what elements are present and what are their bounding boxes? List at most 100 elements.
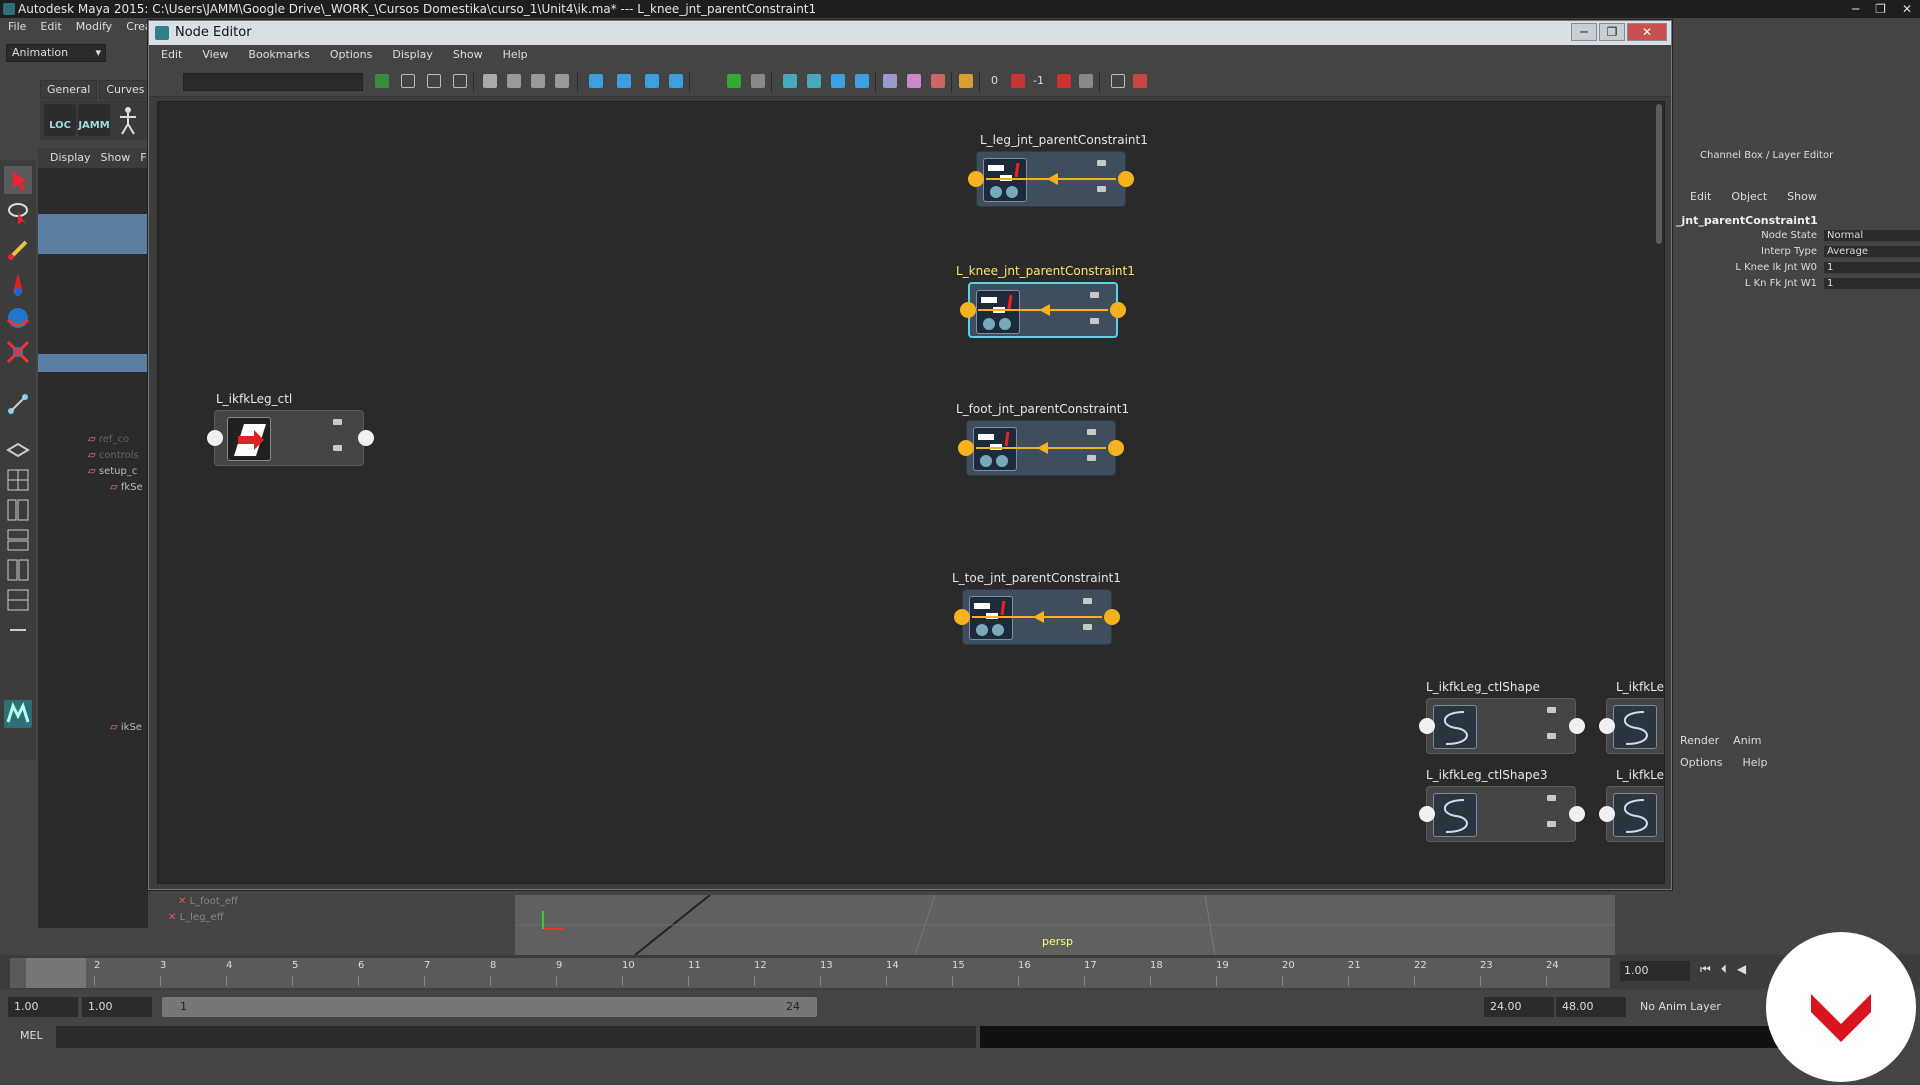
output-port[interactable]: [1110, 302, 1126, 318]
time-slider[interactable]: 123456789101112131415161718192021222324: [10, 958, 1610, 988]
joint-tool-button[interactable]: [4, 390, 32, 418]
outliner-item-ikse[interactable]: ▱ ikSe: [110, 722, 142, 738]
node-body[interactable]: [1426, 698, 1576, 754]
output-port[interactable]: [358, 430, 374, 446]
step-back-icon[interactable]: ⏴: [1721, 962, 1727, 977]
channel-value[interactable]: Normal: [1824, 230, 1920, 241]
rotate-tool-button[interactable]: [4, 304, 32, 332]
input-port[interactable]: [1599, 718, 1615, 734]
output-port[interactable]: [1118, 171, 1134, 187]
channel-value[interactable]: 1: [1824, 278, 1920, 289]
remove-selected-icon[interactable]: [483, 74, 497, 88]
command-line-input[interactable]: [56, 1026, 976, 1048]
channel-value[interactable]: 1: [1824, 262, 1920, 273]
add-to-graph-icon[interactable]: [783, 74, 797, 88]
close-button[interactable]: ✕: [1627, 23, 1667, 41]
layout-vertical-icon[interactable]: [531, 74, 545, 88]
maximize-icon[interactable]: ❐: [1875, 0, 1886, 18]
cb-menu-show[interactable]: Show: [1787, 190, 1817, 203]
tab-anim[interactable]: Anim: [1733, 734, 1761, 747]
current-frame-marker[interactable]: [26, 958, 86, 988]
ne-menu-display[interactable]: Display: [392, 45, 433, 65]
select-tool-button[interactable]: [4, 166, 32, 194]
pin-icon[interactable]: [727, 74, 741, 88]
outliner-item-fkse[interactable]: ▱ fkSe: [110, 482, 143, 498]
layer-menu-help[interactable]: Help: [1742, 756, 1767, 769]
maya-window-controls[interactable]: ─ ❐ ✕: [1852, 0, 1912, 18]
node-ctl-shape[interactable]: L_ikfkLeg_ctlShape: [1419, 680, 1596, 760]
input-port[interactable]: [1419, 718, 1435, 734]
node-foot-constraint[interactable]: L_foot_jnt_parentConstraint1: [952, 402, 1129, 482]
shelf-tab-general[interactable]: General: [40, 80, 98, 99]
layout-hypershade-button[interactable]: [4, 586, 32, 614]
skeleton-shelf-button[interactable]: [112, 104, 144, 136]
node-ctl-shape3-partial[interactable]: L_ikfkLe: [1599, 768, 1664, 848]
layout-four-button[interactable]: [4, 466, 32, 494]
layer-menu-options[interactable]: Options: [1680, 756, 1722, 769]
shading-off-icon[interactable]: [931, 74, 945, 88]
node-editor-canvas[interactable]: L_leg_jnt_parentConstraint1 L_knee_jnt_p…: [157, 101, 1665, 884]
channel-row[interactable]: L Knee Ik Jnt W0 1: [1676, 262, 1920, 278]
toolbar-value-1[interactable]: -1: [1033, 74, 1044, 87]
node-body[interactable]: [1426, 786, 1576, 842]
node-leg-constraint[interactable]: L_leg_jnt_parentConstraint1: [962, 133, 1148, 213]
shading-swatch-icon[interactable]: [907, 74, 921, 88]
node-editor-title-bar[interactable]: Node Editor ─ ❐ ✕: [149, 21, 1671, 45]
node-shape-icon[interactable]: [1011, 74, 1025, 88]
output-port[interactable]: [1569, 718, 1585, 734]
show-attributes-icon[interactable]: [589, 74, 603, 88]
mode-selector[interactable]: Animation ▾: [6, 44, 106, 62]
input-port[interactable]: [207, 430, 223, 446]
close-icon[interactable]: ✕: [1902, 0, 1912, 18]
layout-icon[interactable]: [507, 74, 521, 88]
play-back-icon[interactable]: ◀: [1737, 962, 1746, 977]
menu-modify[interactable]: Modify: [76, 18, 112, 36]
jamm-shelf-button[interactable]: JAMM: [78, 104, 110, 136]
go-to-start-icon[interactable]: ⏮: [1700, 962, 1711, 977]
outliner-selected-row[interactable]: [38, 354, 148, 372]
playback-start-field[interactable]: 1.00: [82, 997, 152, 1017]
move-tool-button[interactable]: [4, 270, 32, 298]
attr-filter-icon[interactable]: [1057, 74, 1071, 88]
layout-grid-icon[interactable]: [555, 74, 569, 88]
paint-tool-button[interactable]: [4, 236, 32, 264]
cb-menu-edit[interactable]: Edit: [1690, 190, 1711, 203]
current-time-field[interactable]: 1.00: [1620, 961, 1690, 981]
node-knee-constraint[interactable]: L_knee_jnt_parentConstraint1: [954, 264, 1135, 344]
layout-custom-button[interactable]: [4, 616, 32, 644]
bookmark-icon[interactable]: [959, 74, 973, 88]
graph-input-icon[interactable]: [401, 74, 415, 88]
outliner-selected-row[interactable]: [38, 214, 148, 254]
channel-row[interactable]: Node State Normal: [1676, 230, 1920, 246]
layout-graph-button[interactable]: [4, 526, 32, 554]
input-port[interactable]: [1599, 806, 1615, 822]
outliner-menu-display[interactable]: Display: [50, 148, 91, 168]
minimize-button[interactable]: ─: [1571, 23, 1597, 41]
maximize-button[interactable]: ❐: [1599, 23, 1625, 41]
channel-row[interactable]: Interp Type Average: [1676, 246, 1920, 262]
show-custom-icon[interactable]: [669, 74, 683, 88]
arrow-left-icon[interactable]: [831, 74, 845, 88]
ne-menu-options[interactable]: Options: [330, 45, 372, 65]
outliner-menu-show[interactable]: Show: [101, 148, 131, 168]
show-connected-icon[interactable]: [617, 74, 631, 88]
range-slider[interactable]: 1 24: [162, 997, 817, 1017]
output-port[interactable]: [1569, 806, 1585, 822]
snap-icon[interactable]: [751, 74, 765, 88]
lasso-tool-button[interactable]: [4, 200, 32, 228]
command-line-label[interactable]: MEL: [20, 1029, 43, 1042]
outliner-item-leg-eff[interactable]: ✕ L_leg_eff: [168, 912, 223, 928]
shading-icon[interactable]: [883, 74, 897, 88]
scale-tool-button[interactable]: [4, 338, 32, 366]
output-port[interactable]: [1108, 440, 1124, 456]
grid-icon[interactable]: [1111, 74, 1125, 88]
node-ctl-shape3[interactable]: L_ikfkLeg_ctlShape3: [1419, 768, 1596, 848]
remove-from-graph-icon[interactable]: [807, 74, 821, 88]
graph-output-icon[interactable]: [427, 74, 441, 88]
menu-file[interactable]: File: [8, 18, 26, 36]
maya-home-button[interactable]: [4, 700, 32, 728]
ne-menu-view[interactable]: View: [202, 45, 228, 65]
input-port[interactable]: [960, 302, 976, 318]
show-all-icon[interactable]: [645, 74, 659, 88]
input-port[interactable]: [954, 609, 970, 625]
